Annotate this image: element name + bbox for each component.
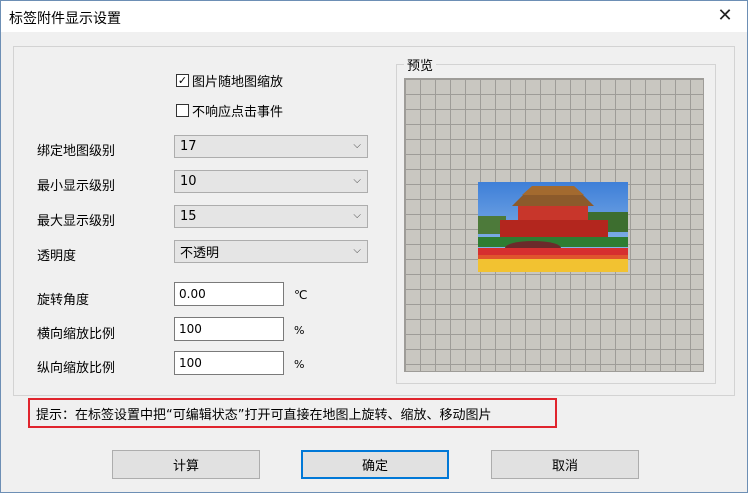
scale-with-map-checkbox[interactable]: ✓ [176,74,189,87]
rotation-label: 旋转角度 [37,293,90,308]
bind-level-value: 17 [180,139,197,154]
settings-dialog: 标签附件显示设置 ✕ ✓ 图片随地图缩放 不响应点击事件 绑定地图级别 17 ⌵… [0,0,748,493]
rotation-unit: ℃ [294,288,308,302]
scale-with-map-label: 图片随地图缩放 [192,75,284,90]
bind-level-label: 绑定地图级别 [37,144,116,159]
close-icon[interactable]: ✕ [713,5,737,27]
h-scale-unit: % [294,324,305,337]
h-scale-label: 横向缩放比例 [37,327,116,342]
preview-label: 预览 [404,55,437,74]
hint-text: 提示：在标签设置中把“可编辑状态”打开可直接在地图上旋转、缩放、移动图片 [36,407,492,423]
max-level-value: 15 [180,209,197,224]
opacity-label: 透明度 [37,249,77,264]
min-level-label: 最小显示级别 [37,179,116,194]
max-level-label: 最大显示级别 [37,214,116,229]
v-scale-unit: % [294,358,305,371]
ignore-click-option[interactable]: 不响应点击事件 [176,101,283,120]
bind-level-select[interactable]: 17 ⌵ [174,135,368,158]
max-level-select[interactable]: 15 ⌵ [174,205,368,228]
hint-box: 提示：在标签设置中把“可编辑状态”打开可直接在地图上旋转、缩放、移动图片 [28,398,557,428]
ignore-click-label: 不响应点击事件 [192,105,284,120]
title-bar[interactable]: 标签附件显示设置 ✕ [1,1,747,32]
opacity-value: 不透明 [180,246,220,261]
min-level-value: 10 [180,174,197,189]
v-scale-input[interactable]: 100 [174,351,284,375]
cancel-button[interactable]: 取消 [491,450,639,479]
v-scale-label: 纵向缩放比例 [37,361,116,376]
min-level-select[interactable]: 10 ⌵ [174,170,368,193]
window-title: 标签附件显示设置 [9,11,121,27]
rotation-input[interactable]: 0.00 [174,282,284,306]
scale-with-map-option[interactable]: ✓ 图片随地图缩放 [176,71,283,90]
chevron-down-icon: ⌵ [353,210,361,221]
opacity-select[interactable]: 不透明 ⌵ [174,240,368,263]
compute-button[interactable]: 计算 [112,450,260,479]
chevron-down-icon: ⌵ [353,140,361,151]
chevron-down-icon: ⌵ [353,245,361,256]
ignore-click-checkbox[interactable] [176,104,189,117]
ok-button[interactable]: 确定 [301,450,449,479]
chevron-down-icon: ⌵ [353,175,361,186]
h-scale-input[interactable]: 100 [174,317,284,341]
preview-image [478,182,628,272]
